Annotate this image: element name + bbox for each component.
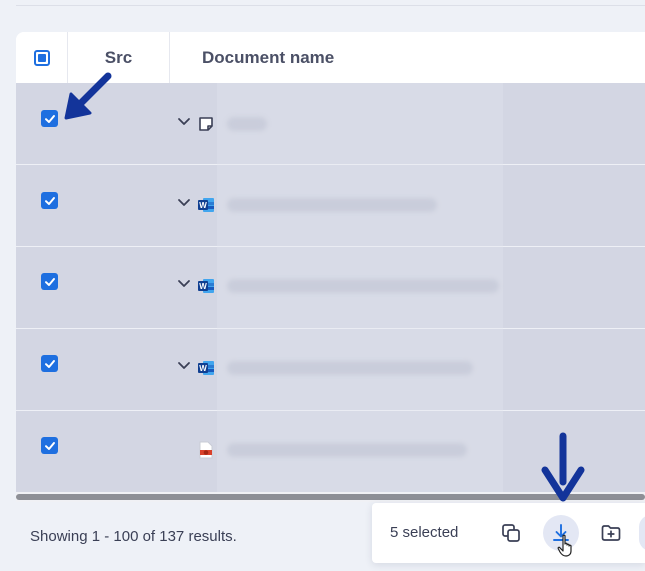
hand-cursor-icon — [557, 534, 572, 557]
chevron-down-icon[interactable] — [177, 358, 191, 372]
row-checkbox[interactable] — [41, 110, 58, 127]
copy-icon — [502, 524, 520, 542]
indeterminate-mark — [37, 53, 46, 62]
selection-action-bar: 5 selected — [372, 503, 645, 563]
word-icon: W — [198, 198, 214, 212]
annotation-arrow-icon — [64, 72, 112, 120]
svg-text:W: W — [199, 201, 207, 210]
check-icon — [44, 196, 55, 205]
check-icon — [44, 277, 55, 286]
svg-text:W: W — [199, 364, 207, 373]
add-folder-icon — [601, 525, 621, 541]
word-icon: W — [198, 361, 214, 375]
add-to-folder-button[interactable] — [593, 515, 629, 551]
row-checkbox[interactable] — [41, 273, 58, 290]
copy-button[interactable] — [493, 515, 529, 551]
document-name-column-highlight — [217, 83, 503, 492]
more-actions-button[interactable] — [639, 515, 645, 551]
chevron-down-icon[interactable] — [177, 195, 191, 209]
column-header-document-name[interactable]: Document name — [170, 32, 645, 83]
row-checkbox[interactable] — [41, 192, 58, 209]
results-count: Showing 1 - 100 of 137 results. — [30, 528, 237, 545]
word-icon: W — [198, 279, 214, 293]
top-divider — [16, 5, 645, 6]
row-checkbox[interactable] — [41, 355, 58, 372]
svg-text:W: W — [199, 282, 207, 291]
pdf-icon — [199, 441, 213, 459]
check-icon — [44, 441, 55, 450]
chevron-down-icon[interactable] — [177, 114, 191, 128]
row-checkbox[interactable] — [41, 437, 58, 454]
selected-count: 5 selected — [390, 524, 459, 541]
chevron-down-icon[interactable] — [177, 276, 191, 290]
note-icon — [199, 117, 213, 131]
select-all-checkbox[interactable] — [33, 49, 50, 66]
annotation-arrow-icon — [541, 432, 585, 502]
check-icon — [44, 359, 55, 368]
check-icon — [44, 114, 55, 123]
